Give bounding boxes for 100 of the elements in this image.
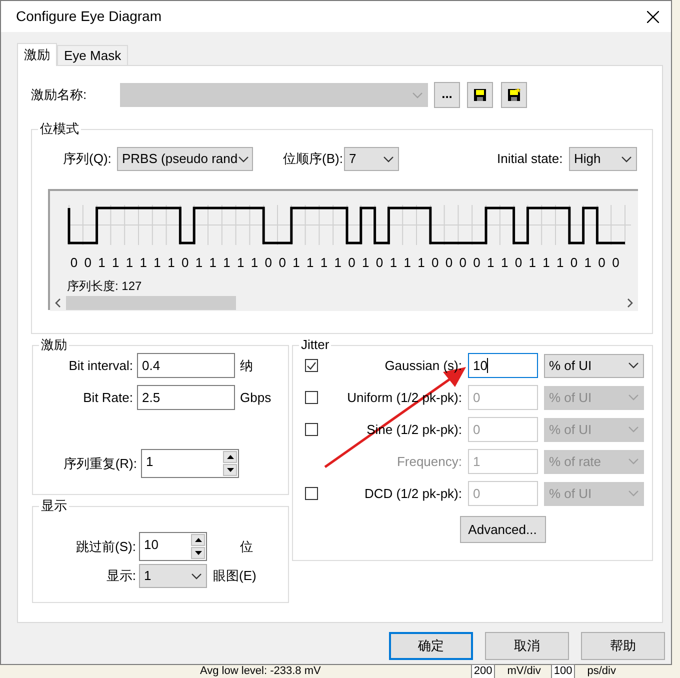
bit-label: 0: [264, 254, 274, 272]
bit-label: 1: [361, 254, 370, 272]
bit-label: 1: [166, 254, 176, 272]
field-label: Bit Rate:: [82, 388, 134, 407]
bit-label: 1: [305, 254, 315, 272]
field-label: 位顺序(B):: [283, 150, 344, 168]
checkbox[interactable]: [305, 423, 318, 436]
unit-label: ps/div: [587, 665, 616, 678]
bit-label: 1: [319, 254, 329, 272]
bit-order-dropdown[interactable]: 7: [344, 147, 399, 171]
bit-label: 1: [388, 254, 398, 272]
tab[interactable]: Eye Mask: [57, 45, 128, 65]
bit-label: 0: [472, 254, 482, 272]
chevron-down-icon: [621, 156, 632, 162]
repeat-spinner[interactable]: 1: [141, 449, 239, 478]
field-label: Gaussian (s):: [384, 356, 463, 375]
close-icon[interactable]: [647, 10, 659, 22]
field-label: DCD (1/2 pk-pk):: [363, 484, 463, 503]
spin-up-button[interactable]: [191, 534, 205, 546]
horizontal-scrollbar[interactable]: [50, 294, 638, 310]
initial-state-dropdown[interactable]: High: [569, 147, 637, 171]
bit-label: 0: [611, 254, 620, 272]
field-label: Initial state:: [497, 150, 564, 168]
bit-label: 1: [236, 254, 246, 272]
chevron-down-icon: [628, 362, 639, 369]
skip-spinner[interactable]: 10: [139, 532, 207, 561]
group-title: 位模式: [38, 120, 81, 138]
bit-label: 1: [194, 254, 204, 272]
field-label: 激励名称:: [31, 86, 88, 104]
chevron-down-icon: [191, 572, 202, 580]
bit-label: 0: [444, 254, 454, 272]
spin-down-button[interactable]: [223, 464, 237, 476]
bit-label: 1: [542, 254, 551, 272]
triangle-down-icon: [226, 468, 234, 472]
bit-label: 1: [138, 254, 148, 272]
bit-label: 1: [402, 254, 412, 272]
window-title: Configure Eye Diagram: [16, 7, 162, 26]
bit-label: 1: [556, 254, 565, 272]
dialog-button[interactable]: 取消: [485, 632, 569, 660]
dialog-button[interactable]: 确定: [389, 632, 473, 660]
bit-label: 1: [111, 254, 120, 272]
group-title: 显示: [39, 497, 69, 515]
bit-label: 1: [583, 254, 593, 272]
spin-up-button[interactable]: [223, 451, 237, 463]
field-label: 跳过前(S):: [75, 538, 137, 556]
checkbox[interactable]: [305, 487, 318, 500]
checkbox[interactable]: [305, 391, 318, 404]
chevron-down-icon: [628, 458, 639, 465]
bit-label: 0: [569, 254, 579, 272]
bit-label: 1: [222, 254, 232, 272]
chevron-down-icon: [628, 490, 639, 497]
field-label: 序列重复(R):: [62, 454, 138, 473]
sequence-length: 序列长度: 127: [67, 278, 143, 294]
chevron-down-icon: [383, 156, 394, 162]
save-button[interactable]: [467, 82, 493, 108]
bit-label: 0: [597, 254, 606, 272]
bit-label: 1: [250, 254, 260, 272]
unit-label: 位: [240, 538, 253, 556]
field-label: Frequency:: [396, 452, 463, 471]
bit-label: 1: [292, 254, 301, 272]
field-label: 序列(Q):: [63, 150, 112, 168]
check-icon: [307, 362, 316, 370]
sequence-dropdown[interactable]: PRBS (pseudo rand: [117, 147, 253, 171]
bit-label: 0: [514, 254, 524, 272]
advanced-button[interactable]: Advanced...: [460, 516, 546, 543]
bit-label: 0: [374, 254, 384, 272]
bit-label: 0: [458, 254, 468, 272]
chevron-down-icon: [412, 92, 423, 98]
dialog-button[interactable]: 帮助: [581, 632, 665, 660]
time-value: 100: [550, 664, 576, 678]
bit-label: 1: [97, 254, 106, 272]
jitter-value-field[interactable]: 10: [468, 353, 538, 378]
bit-label: 0: [180, 254, 190, 272]
checkbox[interactable]: [305, 359, 318, 372]
unit-label: 眼图(E): [213, 567, 256, 586]
unit-dropdown[interactable]: % of UI: [544, 354, 644, 378]
bit-label: 1: [152, 254, 162, 272]
field-label: 显示:: [105, 567, 137, 586]
bit-label: 0: [347, 254, 356, 272]
bit-label: 1: [528, 254, 537, 272]
triangle-up-icon: [194, 538, 202, 542]
triangle-up-icon: [226, 455, 234, 459]
volts-value: 200: [470, 664, 496, 678]
bit-label: 1: [416, 254, 426, 272]
save-as-button[interactable]: [501, 82, 527, 108]
bit-label: 1: [208, 254, 218, 272]
eye-count-dropdown[interactable]: 1: [139, 564, 207, 588]
bit-label: 1: [486, 254, 496, 272]
bit-label: 0: [69, 254, 79, 272]
unit-label: Gbps: [240, 388, 272, 407]
scrollbar-thumb[interactable]: [66, 296, 236, 310]
number-field[interactable]: 2.5: [137, 385, 235, 410]
unit-label: mV/div: [507, 665, 541, 678]
number-field[interactable]: 0.4: [137, 353, 235, 378]
status-text: Avg low level: -233.8 mV: [200, 665, 321, 678]
field-label: Bit interval:: [68, 356, 134, 375]
spin-down-button[interactable]: [191, 547, 205, 559]
group-title: 激励: [39, 336, 69, 354]
bit-label: 0: [83, 254, 92, 272]
tab[interactable]: 激励: [17, 43, 57, 66]
